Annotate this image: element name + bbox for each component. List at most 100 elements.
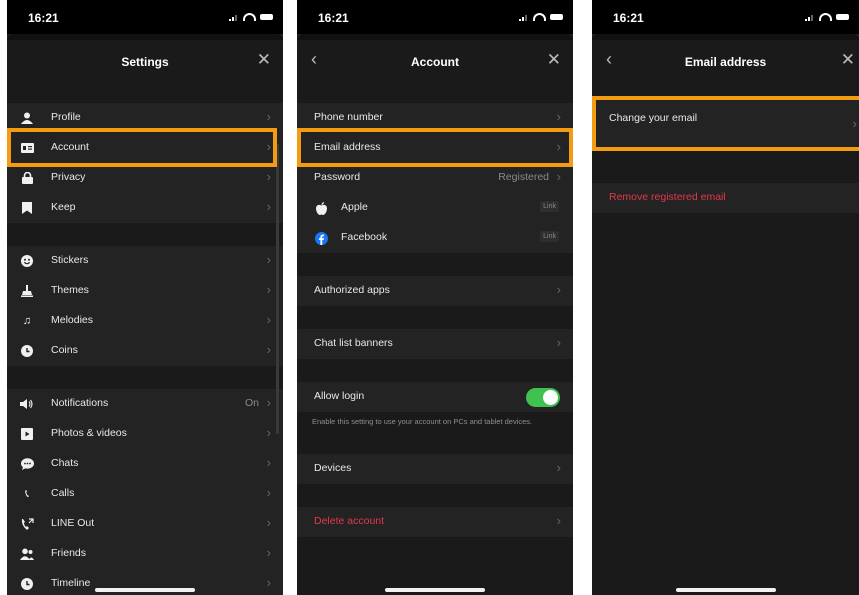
chat-bubble-icon — [20, 457, 34, 471]
close-icon[interactable]: ✕ — [257, 50, 271, 70]
settings-item-themes[interactable]: Themes › — [7, 276, 283, 306]
chevron-right-icon: › — [556, 335, 561, 350]
play-icon — [20, 427, 34, 441]
music-note-icon: ♫ — [22, 315, 32, 327]
close-icon[interactable]: ✕ — [841, 50, 855, 70]
row-label: Devices — [314, 462, 352, 474]
clock-icon — [20, 577, 34, 591]
allow-login-toggle[interactable] — [526, 388, 560, 407]
password-status: Registered — [498, 171, 549, 183]
battery-icon — [550, 14, 563, 20]
settings-item-label: Themes — [51, 284, 89, 296]
chevron-right-icon: › — [266, 515, 271, 530]
settings-item-label: Friends — [51, 547, 87, 559]
settings-sheet: Settings ✕ Profile › Account › Privacy ›… — [7, 34, 283, 595]
settings-screen: 16:21 Settings ✕ Profile › Account › Pri… — [7, 0, 283, 595]
chevron-right-icon: › — [556, 169, 561, 184]
settings-item-label: Privacy — [51, 171, 86, 183]
facebook-icon — [314, 231, 328, 245]
settings-item-line-out[interactable]: LINE Out › — [7, 509, 283, 539]
email-address-screen: 16:21 ‹ Email address ✕ Change your emai… — [592, 0, 859, 595]
settings-item-stickers[interactable]: Stickers › — [7, 246, 283, 276]
account-sheet: ‹ Account ✕ Phone number › Email address… — [297, 34, 573, 595]
home-indicator[interactable] — [385, 588, 485, 592]
settings-item-notifications[interactable]: Notifications On › — [7, 389, 283, 419]
settings-item-privacy[interactable]: Privacy › — [7, 163, 283, 193]
speaker-icon — [20, 397, 34, 411]
chevron-right-icon: › — [266, 342, 271, 357]
settings-item-photos-videos[interactable]: Photos & videos › — [7, 419, 283, 449]
signal-icon — [805, 14, 815, 21]
bookmark-icon — [20, 201, 34, 215]
settings-item-coins[interactable]: Coins › — [7, 336, 283, 366]
lock-icon — [20, 171, 34, 185]
chevron-right-icon: › — [266, 395, 271, 410]
settings-item-label: Chats — [51, 457, 79, 469]
page-title: Settings — [121, 55, 169, 69]
settings-item-chats[interactable]: Chats › — [7, 449, 283, 479]
chevron-right-icon: › — [266, 575, 271, 590]
battery-icon — [260, 14, 273, 20]
settings-item-label: Profile — [51, 111, 81, 123]
home-indicator[interactable] — [675, 588, 776, 592]
chevron-right-icon: › — [266, 199, 271, 214]
account-item-delete-account[interactable]: Delete account › — [297, 507, 573, 537]
account-item-devices[interactable]: Devices › — [297, 454, 573, 484]
account-item-authorized-apps[interactable]: Authorized apps › — [297, 276, 573, 306]
highlight-email-address — [297, 128, 573, 167]
account-item-apple[interactable]: Apple Link — [297, 193, 573, 223]
settings-item-label: Timeline — [51, 577, 91, 589]
email-item-remove[interactable]: Remove registered email — [592, 183, 859, 213]
account-item-facebook[interactable]: Facebook Link — [297, 223, 573, 253]
settings-item-friends[interactable]: Friends › — [7, 539, 283, 569]
settings-item-melodies[interactable]: ♫ Melodies › — [7, 306, 283, 336]
signal-icon — [519, 14, 529, 21]
row-label: Phone number — [314, 111, 383, 123]
chevron-right-icon: › — [266, 425, 271, 440]
settings-item-label: Stickers — [51, 254, 89, 266]
settings-item-calls[interactable]: 📞︎ Calls › — [7, 479, 283, 509]
scrollbar[interactable] — [276, 144, 279, 434]
highlight-account — [7, 128, 277, 167]
status-icons — [519, 13, 563, 21]
chevron-right-icon: › — [266, 455, 271, 470]
status-icons — [229, 13, 273, 21]
link-badge[interactable]: Link — [540, 201, 559, 212]
settings-item-label: Melodies — [51, 314, 94, 326]
settings-item-label: LINE Out — [51, 517, 95, 529]
coin-icon — [20, 344, 34, 358]
row-label: Remove registered email — [609, 191, 726, 203]
chevron-right-icon: › — [556, 460, 561, 475]
chevron-right-icon: › — [266, 312, 271, 327]
wifi-icon — [533, 13, 546, 21]
row-label: Authorized apps — [314, 284, 390, 296]
row-label: Allow login — [314, 390, 365, 402]
chevron-right-icon: › — [556, 513, 561, 528]
account-item-allow-login: Allow login — [297, 382, 573, 412]
chevron-right-icon: › — [556, 282, 561, 297]
status-time: 16:21 — [613, 11, 644, 25]
home-indicator[interactable] — [95, 588, 195, 592]
settings-item-label: Notifications — [51, 397, 109, 409]
chevron-right-icon: › — [266, 545, 271, 560]
battery-icon — [836, 14, 849, 20]
phone-out-icon — [20, 517, 34, 531]
person-icon — [20, 111, 34, 125]
status-time: 16:21 — [28, 11, 59, 25]
row-label: Chat list banners — [314, 337, 393, 349]
status-bar: 16:21 — [592, 0, 859, 34]
row-label: Facebook — [341, 231, 388, 243]
chevron-right-icon: › — [266, 485, 271, 500]
settings-item-label: Calls — [51, 487, 75, 499]
settings-item-keep[interactable]: Keep › — [7, 193, 283, 223]
account-item-chat-list-banners[interactable]: Chat list banners › — [297, 329, 573, 359]
nav-bar: ‹ Account ✕ — [297, 40, 573, 82]
close-icon[interactable]: ✕ — [547, 50, 561, 70]
settings-item-label: Photos & videos — [51, 427, 127, 439]
signal-icon — [229, 14, 239, 21]
nav-bar: ‹ Email address ✕ — [592, 40, 859, 82]
wifi-icon — [243, 13, 256, 21]
status-icons — [805, 13, 849, 21]
account-item-password[interactable]: Password Registered › — [297, 163, 573, 193]
link-badge[interactable]: Link — [540, 231, 559, 242]
